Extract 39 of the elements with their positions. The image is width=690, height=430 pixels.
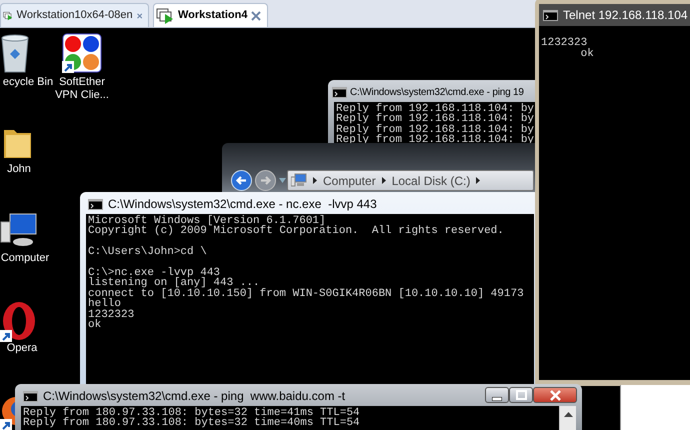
icon-label: ecycle Bin [2, 76, 54, 89]
breadcrumb-arrow-icon[interactable] [476, 177, 480, 184]
virtual-machine-icon [156, 8, 174, 24]
console-output: Microsoft Windows [Version 6.1.7601] Copyright (c) 2009 Microsoft Corporation. All rights reserved. C:\Users\John>cd \ C:\>nc.exe -lvvp 443 listening on [any] 443 ... connect to [10.10.10.150] from WIN-S0GIK4R06BN [10.10.10.10] 49173 hello 1232323 ok [86, 214, 534, 386]
console-icon [23, 390, 38, 402]
computer-icon [291, 173, 307, 188]
console-output: Reply from 180.97.33.108: bytes=32 time=41ms TTL=54 Reply from 180.97.33.108: bytes=32 time=40ms TTL=54 [21, 406, 559, 430]
window-title: C:\Windows\system32\cmd.exe - ping www.baidu.com -t [43, 388, 346, 405]
maximize-icon [516, 390, 526, 400]
window-background [620, 385, 690, 430]
icon-label: Computer [0, 252, 50, 265]
maximize-button[interactable] [509, 387, 533, 403]
close-icon [550, 390, 560, 400]
address-bar[interactable]: Computer Local Disk (C:) [287, 170, 534, 191]
console-icon [88, 198, 103, 210]
opera-icon[interactable] [0, 300, 38, 342]
close-icon[interactable] [251, 10, 262, 20]
vm-tab[interactable]: Workstation10x64-08en [0, 3, 149, 27]
window-title: C:\Windows\system32\cmd.exe - nc.exe -lvvp 443 [108, 196, 377, 213]
window-title: Telnet 192.168.118.104 [563, 7, 688, 24]
breadcrumb-item[interactable]: Computer [323, 172, 376, 190]
computer-icon[interactable] [0, 212, 38, 248]
vm-tab[interactable]: Workstation4 [153, 3, 268, 27]
close-icon[interactable] [136, 10, 142, 20]
scroll-up-icon[interactable] [564, 412, 572, 417]
console-output: 1232323 ok [539, 26, 690, 380]
breadcrumb-item[interactable]: Local Disk (C:) [392, 172, 470, 190]
minimize-button[interactable] [485, 387, 509, 403]
breadcrumb-arrow-icon[interactable] [382, 177, 386, 184]
icon-label: John [6, 163, 32, 176]
window-title: C:\Windows\system32\cmd.exe - ping 19 [350, 86, 524, 100]
icon-label: Opera [6, 342, 38, 355]
minimize-icon [492, 396, 502, 400]
close-button[interactable] [533, 387, 577, 403]
console-icon [543, 10, 558, 20]
breadcrumb-arrow-icon[interactable] [313, 177, 317, 184]
softether-icon[interactable] [62, 33, 102, 73]
console-icon [332, 86, 347, 98]
dropdown-caret-icon[interactable] [279, 178, 286, 183]
